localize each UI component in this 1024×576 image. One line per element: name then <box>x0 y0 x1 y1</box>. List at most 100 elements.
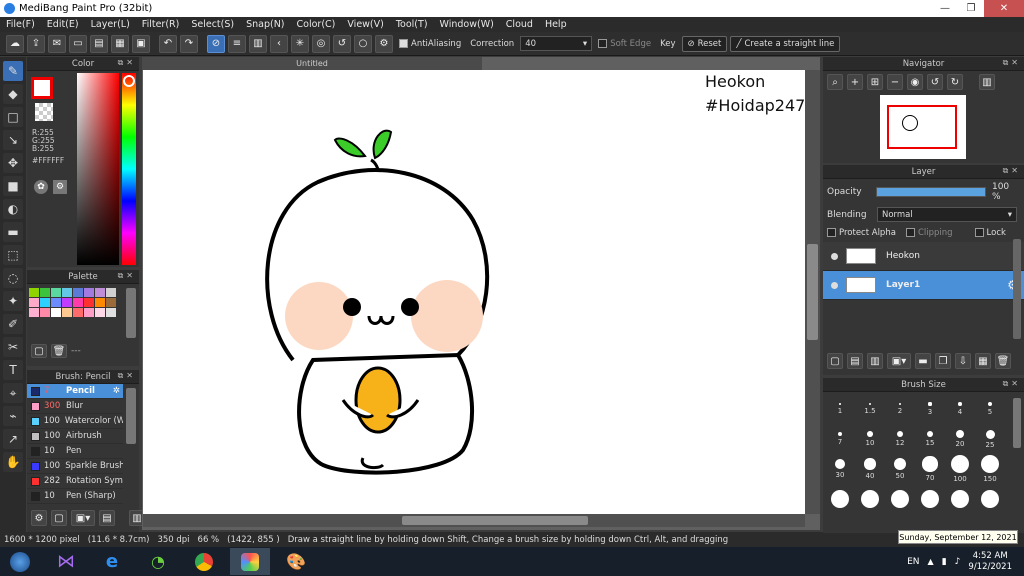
share-icon[interactable]: ⇪ <box>27 34 45 53</box>
palette-swatch[interactable] <box>62 298 72 307</box>
text-tool-icon[interactable]: T <box>3 360 23 380</box>
palette-swatch[interactable] <box>62 308 72 317</box>
new-8bit-layer-icon[interactable]: ▥ <box>867 353 883 369</box>
zoom-out-icon[interactable]: − <box>887 74 903 90</box>
palette-swatch[interactable] <box>106 308 116 317</box>
chevron-up-icon[interactable]: ▲ <box>928 557 934 566</box>
panel-controls-icon[interactable]: ⧉✕ <box>1003 58 1021 68</box>
brush-size-cell[interactable]: 40 <box>855 454 885 484</box>
operation-tool-icon[interactable]: ↗ <box>3 429 23 449</box>
snap-circle-icon[interactable]: ◎ <box>312 34 330 53</box>
palette-swatch[interactable] <box>29 288 39 297</box>
palette-swatch[interactable] <box>51 298 61 307</box>
brush-size-cell[interactable]: 3 <box>915 394 945 424</box>
brush-size-cell[interactable]: 20 <box>945 424 975 454</box>
snap-curve-icon[interactable]: ↺ <box>333 34 351 53</box>
menu-window[interactable]: Window(W) <box>434 19 500 30</box>
brush-scrollbar[interactable] <box>126 388 136 444</box>
lock-checkbox[interactable] <box>974 228 984 237</box>
palette-swatch[interactable] <box>73 308 83 317</box>
brush-size-cell[interactable] <box>975 484 1005 514</box>
cloud-icon[interactable]: ☁ <box>6 34 24 53</box>
panel-controls-icon[interactable]: ⧉✕ <box>118 271 136 281</box>
navigator-viewport-frame[interactable] <box>887 105 957 149</box>
undo-icon[interactable]: ↶ <box>159 34 177 53</box>
brush-copy-icon[interactable]: ▤ <box>99 510 115 526</box>
taskbar-visual-studio[interactable]: ⋈ <box>46 548 86 575</box>
copy-layer-icon[interactable]: ❐ <box>935 353 951 369</box>
layer-settings-icon[interactable]: ▦ <box>975 353 991 369</box>
add-palette-icon[interactable]: ▢ <box>31 344 47 358</box>
palette-swatch[interactable] <box>29 298 39 307</box>
palette-swatch[interactable] <box>95 288 105 297</box>
brush-size-cell[interactable]: 25 <box>975 424 1005 454</box>
brush-tool-icon[interactable]: ✎ <box>3 61 23 81</box>
divide-tool-icon[interactable]: ⌖ <box>3 383 23 403</box>
hue-slider-handle[interactable] <box>123 75 135 87</box>
layer-scrollbar[interactable] <box>1013 239 1021 339</box>
brush-size-cell[interactable]: 50 <box>885 454 915 484</box>
menu-filter[interactable]: Filter(R) <box>136 19 186 30</box>
brush-item[interactable]: 100 Airbrush <box>27 429 123 444</box>
clipping-checkbox[interactable] <box>905 228 915 237</box>
hue-slider[interactable] <box>122 73 136 265</box>
menu-cloud[interactable]: Cloud <box>500 19 539 30</box>
panel-controls-icon[interactable]: ⧉✕ <box>118 371 136 381</box>
close-button[interactable]: ✕ <box>984 0 1024 17</box>
snap-vanish-icon[interactable]: ‹ <box>270 34 288 53</box>
gradient-tool-icon[interactable]: ▬ <box>3 222 23 242</box>
menu-color[interactable]: Color(C) <box>291 19 342 30</box>
brush-size-cell[interactable]: 15 <box>915 424 945 454</box>
layer-item-heokon[interactable]: Heokon <box>823 242 1024 271</box>
bucket-tool-icon[interactable]: ◐ <box>3 199 23 219</box>
brush-item[interactable]: 100 Sparkle Brush <box>27 459 123 474</box>
brush-settings-icon[interactable]: ⚙ <box>31 510 47 526</box>
dot-tool-icon[interactable]: □ <box>3 107 23 127</box>
delete-palette-icon[interactable]: 🗑 <box>51 344 67 358</box>
volume-icon[interactable]: ♪ <box>955 557 961 567</box>
taskbar-coccoc[interactable]: ◔ <box>138 548 178 575</box>
menu-view[interactable]: View(V) <box>341 19 389 30</box>
brush-size-cell[interactable] <box>915 484 945 514</box>
select-eraser-tool-icon[interactable]: ✂ <box>3 337 23 357</box>
restore-button[interactable]: ❐ <box>958 0 984 17</box>
palette-swatch[interactable] <box>95 298 105 307</box>
lasso-tool-icon[interactable]: ◌ <box>3 268 23 288</box>
brush-item[interactable]: 10 Pen <box>27 444 123 459</box>
brush-size-cell[interactable]: 7 <box>825 424 855 454</box>
foreground-color-swatch[interactable] <box>31 77 53 99</box>
select-tool-icon[interactable]: ⬚ <box>3 245 23 265</box>
redo-icon[interactable]: ↷ <box>180 34 198 53</box>
merge-layer-icon[interactable]: ⇩ <box>955 353 971 369</box>
brush-item[interactable]: 100 Watercolor (W <box>27 414 123 429</box>
snap-settings-icon[interactable]: ⚙ <box>375 34 393 53</box>
reset-button[interactable]: ⊘ Reset <box>681 35 728 52</box>
palette-swatch[interactable] <box>29 308 39 317</box>
flip-icon[interactable]: ▥ <box>979 74 995 90</box>
brush-size-cell[interactable]: 30 <box>825 454 855 484</box>
brush-size-scrollbar[interactable] <box>1013 398 1021 448</box>
settings-icon[interactable]: ▣ <box>132 34 150 53</box>
panel-controls-icon[interactable]: ⧉✕ <box>118 58 136 68</box>
menu-file[interactable]: File(F) <box>0 19 41 30</box>
palette-swatch[interactable] <box>51 308 61 317</box>
palette-swatch[interactable] <box>84 298 94 307</box>
fill-rect-tool-icon[interactable]: ■ <box>3 176 23 196</box>
navigator-preview[interactable] <box>880 95 966 159</box>
menu-select[interactable]: Select(S) <box>185 19 240 30</box>
palette-swatch[interactable] <box>106 298 116 307</box>
horizontal-scroll-thumb[interactable] <box>402 516 588 525</box>
zoom-in-icon[interactable]: + <box>847 74 863 90</box>
visibility-icon[interactable] <box>831 281 838 289</box>
add-layer-dropdown-icon[interactable]: ▣▾ <box>887 353 911 369</box>
blending-dropdown[interactable]: Normal ▾ <box>877 207 1017 222</box>
clipping-toggle[interactable]: Clipping <box>905 228 953 238</box>
new-halftone-layer-icon[interactable]: ▤ <box>847 353 863 369</box>
wand-tool-icon[interactable]: ↘ <box>3 130 23 150</box>
brush-item[interactable]: 7 Pencil ✲ <box>27 384 123 399</box>
minimize-button[interactable]: — <box>932 0 958 17</box>
menu-layer[interactable]: Layer(L) <box>85 19 136 30</box>
palette-swatch[interactable] <box>84 288 94 297</box>
brush-item[interactable]: 10 Pen (Sharp) <box>27 489 123 504</box>
brush-size-cell[interactable]: 1.5 <box>855 394 885 424</box>
